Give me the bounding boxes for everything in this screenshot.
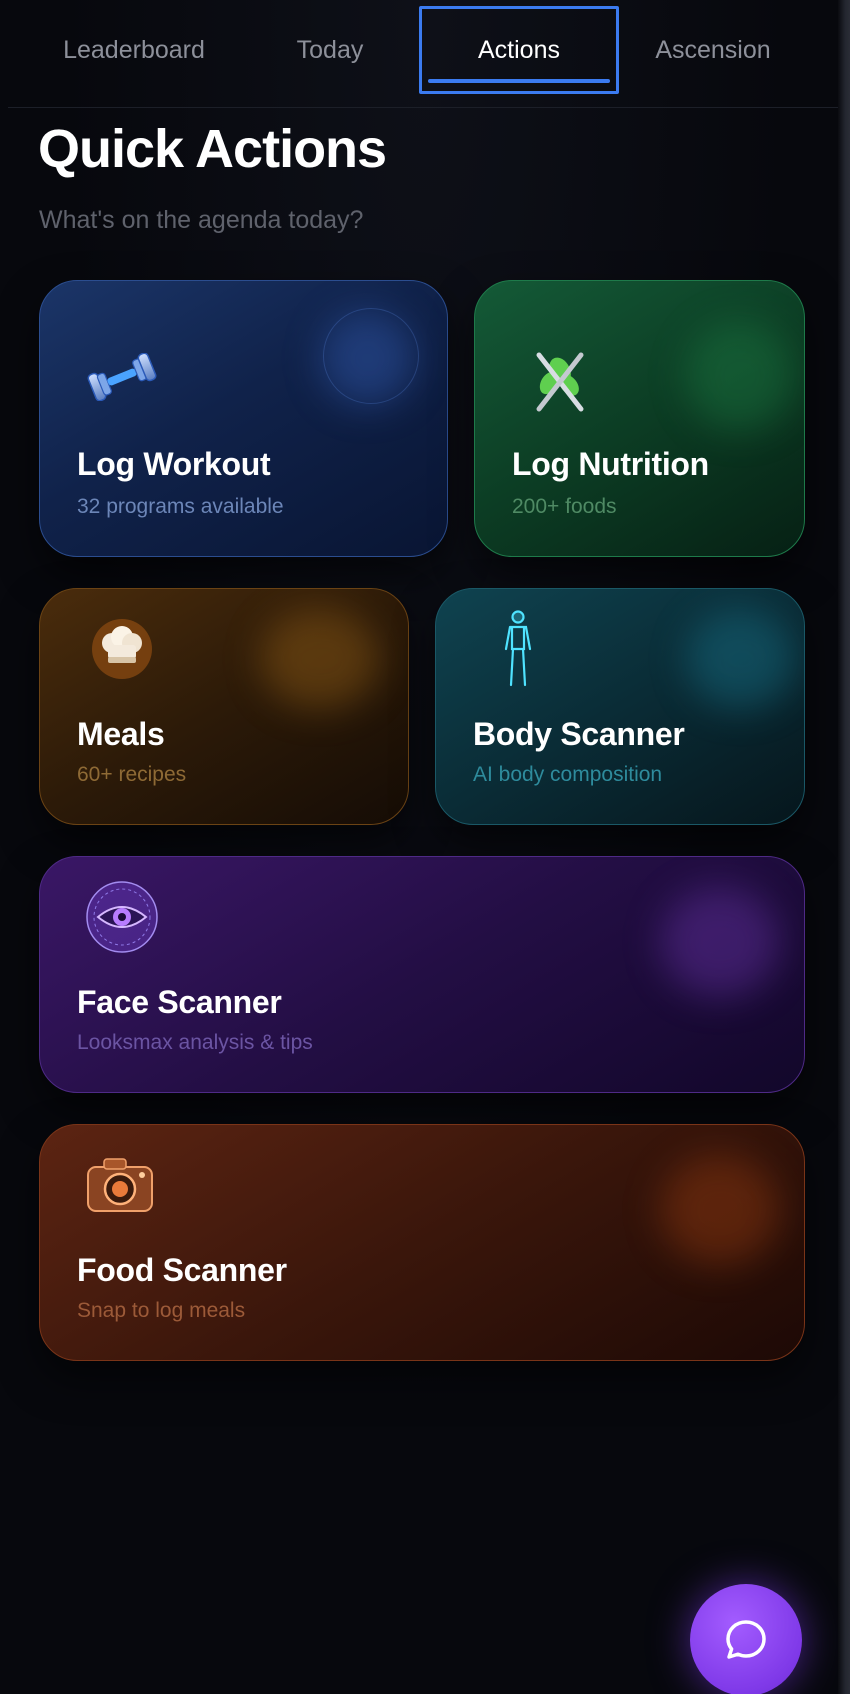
card-title: Food Scanner (77, 1252, 287, 1288)
page-title: Quick Actions (38, 119, 387, 179)
chat-bubble-icon (726, 1620, 766, 1659)
log-workout-card[interactable]: Log Workout 32 programs available (39, 280, 448, 557)
tab-ascension[interactable]: Ascension (613, 6, 813, 94)
card-title: Log Nutrition (512, 446, 709, 482)
body-scan-icon (504, 610, 532, 687)
card-glow (686, 609, 796, 709)
card-subtitle: 60+ recipes (77, 763, 187, 786)
page-subtitle: What's on the agenda today? (39, 206, 364, 234)
dumbbell-icon (87, 353, 157, 401)
top-tab-bar: Leaderboard Today Actions Ascension (8, 0, 838, 108)
decorative-ring (323, 308, 419, 404)
card-title: Face Scanner (77, 984, 282, 1020)
tab-today[interactable]: Today (230, 6, 430, 94)
card-subtitle: Looksmax analysis & tips (77, 1031, 313, 1054)
chat-button[interactable] (690, 1584, 802, 1694)
card-title: Meals (77, 716, 165, 752)
eye-scan-icon (86, 881, 158, 953)
card-glow (260, 609, 380, 709)
card-subtitle: Snap to log meals (77, 1299, 246, 1322)
card-title: Body Scanner (473, 716, 685, 752)
card-glow (660, 1155, 780, 1265)
log-nutrition-card[interactable]: Log Nutrition 200+ foods (474, 280, 805, 557)
card-subtitle: 32 programs available (77, 495, 284, 518)
app-screen: Leaderboard Today Actions Ascension Quic… (0, 0, 850, 1694)
fork-knife-leaf-icon (536, 352, 584, 412)
camera-icon (87, 1158, 153, 1212)
food-scanner-card[interactable]: Food Scanner Snap to log meals (39, 1124, 805, 1361)
card-subtitle: AI body composition (473, 763, 663, 786)
chef-hat-icon (92, 619, 152, 679)
card-glow (660, 887, 780, 997)
device-edge (838, 0, 850, 1694)
active-tab-indicator (428, 79, 610, 83)
meals-card[interactable]: Meals 60+ recipes (39, 588, 409, 825)
tab-actions-label: Actions (478, 35, 560, 64)
card-subtitle: 200+ foods (512, 495, 617, 518)
tab-leaderboard[interactable]: Leaderboard (34, 6, 234, 94)
body-scanner-card[interactable]: Body Scanner AI body composition (435, 588, 805, 825)
card-glow (685, 321, 795, 431)
card-title: Log Workout (77, 446, 271, 482)
tab-actions[interactable]: Actions (419, 6, 619, 94)
face-scanner-card[interactable]: Face Scanner Looksmax analysis & tips (39, 856, 805, 1093)
